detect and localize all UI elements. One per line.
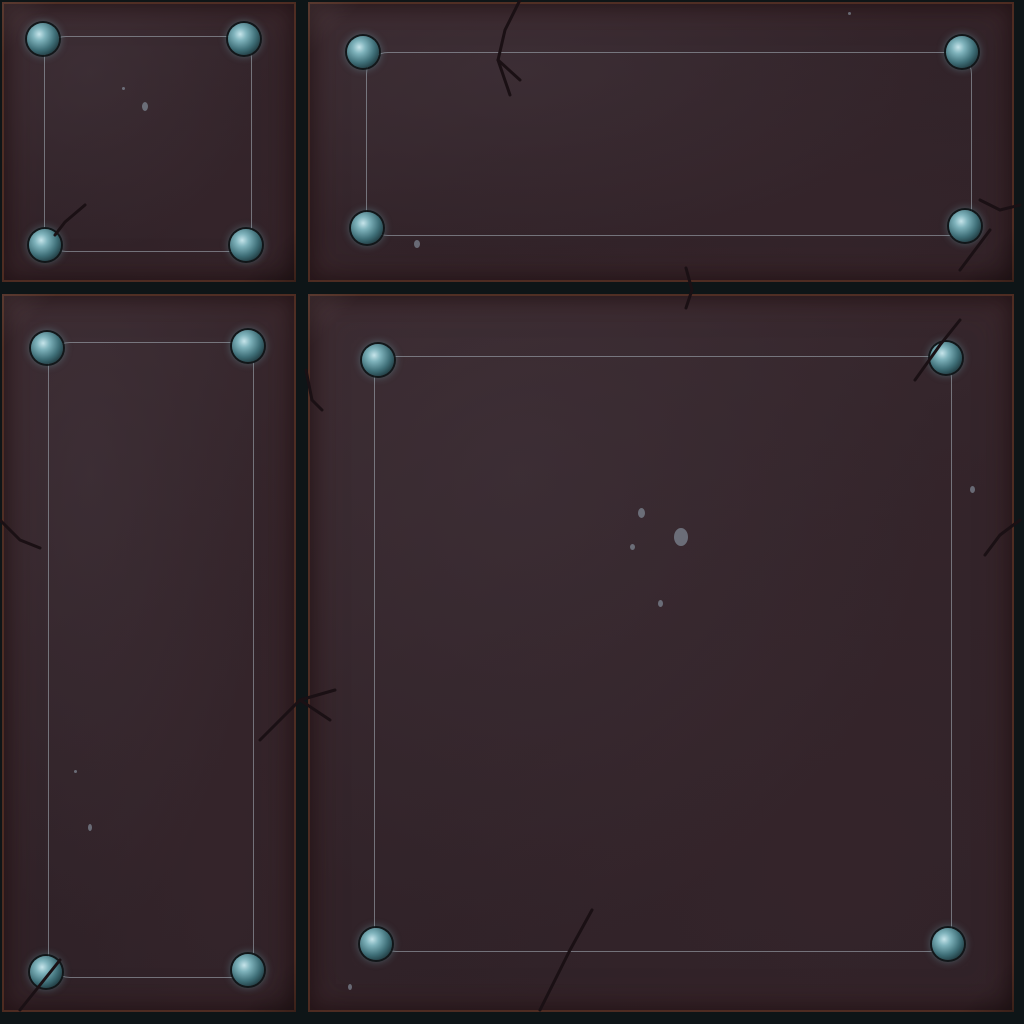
plate-top-left	[2, 2, 296, 282]
rivet-icon	[946, 36, 978, 68]
paint-speck	[658, 600, 663, 607]
rivet-icon	[351, 212, 383, 244]
paint-speck	[414, 240, 420, 248]
plate-bottom-right	[308, 294, 1014, 1012]
plate-bottom-left	[2, 294, 296, 1012]
rivet-icon	[949, 210, 981, 242]
rivet-icon	[347, 36, 379, 68]
rivet-icon	[930, 342, 962, 374]
paint-speck	[848, 12, 851, 15]
paint-speck	[638, 508, 645, 518]
rivet-icon	[232, 954, 264, 986]
paint-speck	[674, 528, 688, 546]
paint-speck	[348, 984, 352, 990]
plate-inner-border	[44, 36, 252, 252]
rivet-icon	[30, 956, 62, 988]
rivet-icon	[29, 229, 61, 261]
paint-speck	[88, 824, 92, 831]
rivet-icon	[230, 229, 262, 261]
paint-speck	[74, 770, 77, 773]
metal-plate-texture	[0, 0, 1024, 1024]
plate-inner-border	[48, 342, 254, 978]
paint-speck	[122, 87, 125, 90]
rivet-icon	[232, 330, 264, 362]
rivet-icon	[27, 23, 59, 55]
rivet-icon	[31, 332, 63, 364]
rivet-icon	[228, 23, 260, 55]
plate-top-right	[308, 2, 1014, 282]
paint-speck	[142, 102, 148, 111]
rivet-icon	[932, 928, 964, 960]
plate-inner-border	[374, 356, 952, 952]
rivet-icon	[360, 928, 392, 960]
plate-inner-border	[366, 52, 972, 236]
rivet-icon	[362, 344, 394, 376]
paint-speck	[630, 544, 635, 550]
paint-speck	[970, 486, 975, 493]
